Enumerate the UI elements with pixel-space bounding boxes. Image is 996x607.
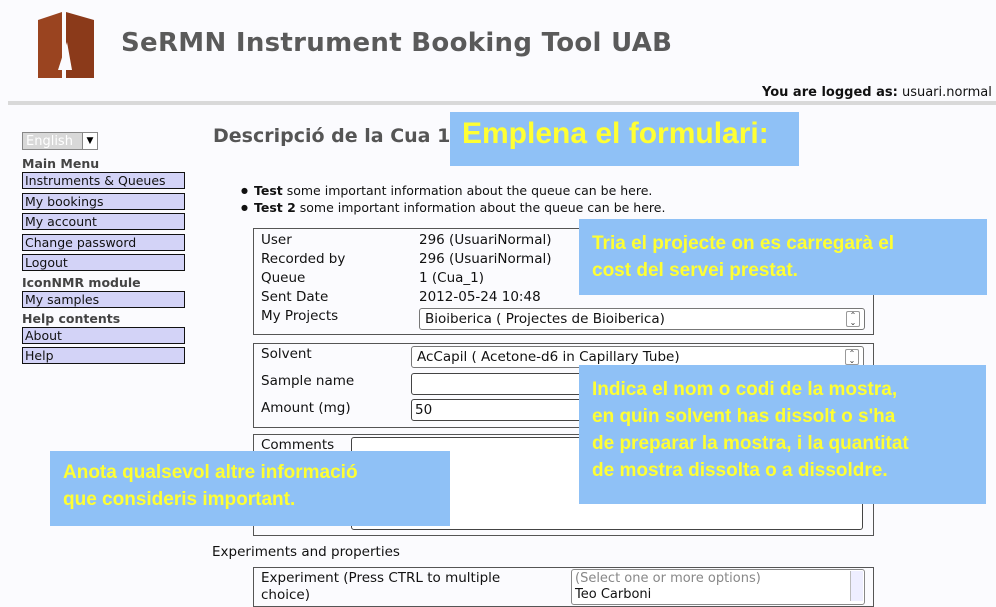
nav-help[interactable]: Help: [22, 347, 185, 364]
projects-select[interactable]: Bioiberica ( Projectes de Bioiberica) ⌃ ⌄: [419, 308, 865, 330]
logged-user-info: You are logged as: usuari.normal: [762, 85, 992, 100]
recorded-value: 296 (UsuariNormal): [419, 251, 552, 267]
sent-date-label: Sent Date: [261, 289, 329, 305]
nav-logout[interactable]: Logout: [22, 254, 185, 271]
language-value: English: [26, 134, 73, 149]
main-menu-heading: Main Menu: [22, 156, 100, 171]
experiments-heading: Experiments and properties: [212, 544, 400, 560]
language-select[interactable]: English ▼: [22, 132, 98, 150]
sample-name-label: Sample name: [261, 373, 355, 389]
logged-username: usuari.normal: [901, 85, 992, 100]
list-item: Test some important information about th…: [241, 182, 665, 199]
solvent-label: Solvent: [261, 346, 312, 362]
list-item[interactable]: (Select one or more options): [572, 570, 864, 587]
projects-hint-overlay: Tria el projecte on es carregarà el cost…: [579, 219, 987, 295]
solvent-select-value: AcCapil ( Acetone-d6 in Capillary Tube): [417, 349, 680, 365]
queue-label: Queue: [261, 270, 306, 286]
header-divider: [8, 101, 996, 105]
projects-label: My Projects: [261, 308, 339, 324]
user-label: User: [261, 232, 292, 248]
amount-label: Amount (mg): [261, 400, 351, 416]
user-value: 296 (UsuariNormal): [419, 232, 552, 248]
logged-label: You are logged as:: [762, 85, 898, 100]
nav-instruments-queues[interactable]: Instruments & Queues: [22, 172, 185, 189]
scrollbar[interactable]: [850, 571, 863, 601]
experiment-label: Experiment (Press CTRL to multiple choic…: [261, 570, 501, 603]
nav-my-samples[interactable]: My samples: [22, 291, 185, 308]
nav-about[interactable]: About: [22, 327, 185, 344]
uab-logo: [36, 12, 96, 78]
sent-date-value: 2012-05-24 10:48: [419, 289, 541, 305]
nav-my-bookings[interactable]: My bookings: [22, 193, 185, 210]
queue-title: Descripció de la Cua 1: [213, 125, 451, 147]
recorded-label: Recorded by: [261, 251, 346, 267]
chevron-updown-icon: ⌃ ⌄: [846, 311, 860, 327]
projects-select-value: Bioiberica ( Projectes de Bioiberica): [425, 311, 665, 327]
nav-change-password[interactable]: Change password: [22, 234, 185, 251]
comments-hint-overlay: Anota qualsevol altre informació que con…: [50, 451, 450, 526]
app-title: SeRMN Instrument Booking Tool UAB: [121, 28, 673, 58]
help-heading: Help contents: [22, 311, 121, 326]
tutorial-title-overlay: Emplena el formulari:: [450, 112, 799, 166]
queue-value: 1 (Cua_1): [419, 270, 485, 286]
sample-hint-overlay: Indica el nom o codi de la mostra, en qu…: [579, 365, 986, 504]
list-item: Test 2 some important information about …: [241, 199, 665, 216]
queue-info-list: Test some important information about th…: [241, 182, 665, 216]
iconnmr-heading: IconNMR module: [22, 275, 141, 290]
nav-my-account[interactable]: My account: [22, 213, 185, 230]
chevron-down-icon: ▼: [82, 133, 97, 149]
chevron-updown-icon: ⌃ ⌄: [845, 349, 859, 365]
